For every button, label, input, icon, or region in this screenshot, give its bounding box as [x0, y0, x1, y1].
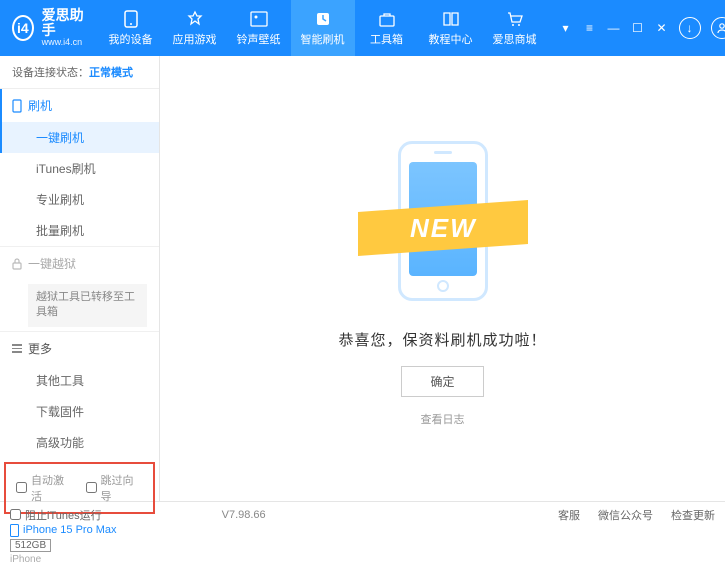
minimize-icon[interactable]: —	[607, 21, 621, 35]
nav-label: 爱思商城	[493, 31, 537, 47]
book-icon	[441, 10, 461, 28]
close-icon[interactable]: ✕	[655, 21, 669, 35]
toolbox-icon	[377, 10, 397, 28]
nav-label: 我的设备	[109, 31, 153, 47]
sidebar-flash-head[interactable]: 刷机	[0, 89, 159, 122]
logo-icon: i4	[12, 15, 34, 41]
sidebar-item-advanced[interactable]: 高级功能	[0, 427, 159, 458]
block-itunes-checkbox[interactable]: 阻止iTunes运行	[10, 507, 102, 523]
sidebar-item-onekey[interactable]: 一键刷机	[0, 122, 159, 153]
nav-store[interactable]: 爱思商城	[483, 0, 547, 56]
storage-badge: 512GB	[10, 539, 51, 552]
settings-icon[interactable]: ≡	[583, 21, 597, 35]
nav-my-device[interactable]: 我的设备	[99, 0, 163, 56]
download-button[interactable]: ↓	[679, 17, 701, 39]
cart-icon	[505, 10, 525, 28]
nav-label: 铃声壁纸	[237, 31, 281, 47]
menu-icon[interactable]: ▾	[559, 21, 573, 35]
device-name-text: iPhone 15 Pro Max	[23, 524, 117, 536]
app-title: 爱思助手	[42, 8, 87, 39]
sidebar-item-itunes[interactable]: iTunes刷机	[0, 153, 159, 184]
nav-label: 工具箱	[370, 31, 403, 47]
device-icon	[10, 524, 19, 537]
version-text: V7.98.66	[222, 509, 266, 521]
checkbox-skip-guide[interactable]: 跳过向导	[86, 472, 144, 504]
sidebar-more-head[interactable]: 更多	[0, 332, 159, 365]
nav-label: 教程中心	[429, 31, 473, 47]
nav-apps[interactable]: 应用游戏	[163, 0, 227, 56]
nav-label: 智能刷机	[301, 31, 345, 47]
device-info[interactable]: iPhone 15 Pro Max 512GB iPhone	[0, 518, 159, 571]
more-icon	[12, 344, 22, 353]
nav-ringtones[interactable]: 铃声壁纸	[227, 0, 291, 56]
sidebar-jailbreak-note: 越狱工具已转移至工具箱	[28, 284, 147, 327]
footer-wechat[interactable]: 微信公众号	[598, 507, 653, 523]
footer-support[interactable]: 客服	[558, 507, 580, 523]
sidebar-item-othertools[interactable]: 其他工具	[0, 365, 159, 396]
nav-tutorials[interactable]: 教程中心	[419, 0, 483, 56]
apps-icon	[185, 10, 205, 28]
device-type: iPhone	[10, 554, 149, 565]
phone-small-icon	[12, 99, 22, 113]
success-message: 恭喜您，保资料刷机成功啦！	[338, 329, 546, 350]
flash-icon	[313, 10, 333, 28]
connection-status: 设备连接状态：正常模式	[0, 56, 159, 89]
phone-icon	[121, 10, 141, 28]
success-illustration: NEW	[368, 131, 518, 311]
ribbon-text: NEW	[409, 212, 476, 243]
sidebar-jailbreak-head[interactable]: 一键越狱	[0, 247, 159, 280]
nav-flash[interactable]: 智能刷机	[291, 0, 355, 56]
nav-label: 应用游戏	[173, 31, 217, 47]
sidebar-item-firmware[interactable]: 下载固件	[0, 396, 159, 427]
ok-button[interactable]: 确定	[401, 366, 483, 397]
sidebar-item-batch[interactable]: 批量刷机	[0, 215, 159, 246]
view-log-link[interactable]: 查看日志	[421, 411, 465, 427]
user-button[interactable]	[711, 17, 725, 39]
footer-update[interactable]: 检查更新	[671, 507, 715, 523]
lock-icon	[12, 258, 22, 270]
checkbox-auto-activate[interactable]: 自动激活	[16, 472, 74, 504]
sidebar-item-pro[interactable]: 专业刷机	[0, 184, 159, 215]
app-logo: i4 爱思助手 www.i4.cn	[0, 8, 99, 49]
maximize-icon[interactable]: ☐	[631, 21, 645, 35]
app-url: www.i4.cn	[42, 38, 87, 48]
image-icon	[249, 10, 269, 28]
nav-toolbox[interactable]: 工具箱	[355, 0, 419, 56]
